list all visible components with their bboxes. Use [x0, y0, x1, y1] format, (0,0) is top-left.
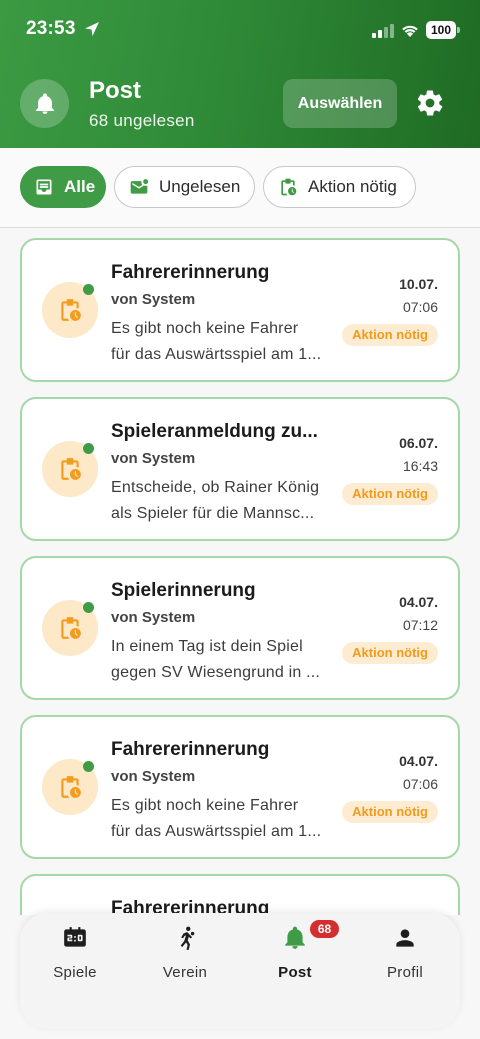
message-date: 06.07. — [399, 435, 438, 451]
message-title: Spielerinnerung — [111, 580, 256, 601]
message-preview: In einem Tag ist dein Spiel gegen SV Wie… — [111, 634, 339, 686]
location-arrow-icon — [85, 22, 99, 36]
app-header: 23:53 100 Post 68 ungelesen Auswählen — [0, 0, 480, 148]
message-preview-line: gegen SV Wiesengrund in ... — [111, 664, 321, 681]
clipboard-clock-icon — [61, 458, 81, 480]
mark-email-unread-icon — [130, 179, 149, 194]
clipboard-clock-icon — [61, 617, 81, 639]
filter-chip-action-required[interactable]: Aktion nötig — [263, 166, 416, 208]
bottom-navigation: Spiele Verein Post 68 Profil — [20, 913, 460, 1029]
battery-level: 100 — [426, 21, 456, 39]
status-time: 23:53 — [26, 18, 76, 39]
message-title: Spieleranmeldung zu... — [111, 421, 318, 442]
message-preview: Es gibt noch keine Fahrer für das Auswär… — [111, 316, 339, 368]
unread-dot — [83, 443, 94, 454]
message-time: 07:06 — [402, 299, 438, 315]
message-card[interactable]: Fahrererinnerung von System Es gibt noch… — [20, 715, 460, 859]
message-sender: von System — [111, 291, 196, 308]
battery-tip — [457, 27, 460, 33]
unread-dot — [83, 602, 94, 613]
post-unread-badge: 68 — [310, 920, 339, 938]
select-button[interactable]: Auswählen — [283, 79, 397, 128]
message-card[interactable]: Fahrererinnerung von System Es gibt noch… — [20, 238, 460, 382]
scoreboard-icon — [64, 927, 86, 947]
message-sender: von System — [111, 609, 196, 626]
clipboard-clock-icon — [281, 178, 297, 196]
nav-label: Spiele — [53, 964, 97, 981]
page-title: Post — [89, 77, 142, 104]
message-date: 04.07. — [399, 753, 438, 769]
clipboard-clock-icon — [61, 776, 81, 798]
cellular-signal-icon — [372, 24, 394, 38]
message-title: Fahrererinnerung — [111, 739, 270, 760]
message-time: 07:06 — [402, 776, 438, 792]
action-required-badge: Aktion nötig — [342, 801, 438, 823]
wifi-icon — [402, 25, 418, 37]
message-preview-line: für das Auswärtsspiel am 1... — [111, 346, 322, 363]
message-sender: von System — [111, 450, 196, 467]
message-title: Fahrererinnerung — [111, 262, 270, 283]
filter-chip-all[interactable]: Alle — [20, 166, 106, 208]
handball-player-icon — [180, 926, 195, 950]
clipboard-clock-icon — [61, 299, 81, 321]
bell-icon — [285, 926, 305, 949]
unread-dot — [83, 284, 94, 295]
nav-item-club[interactable]: Verein — [130, 913, 240, 993]
action-required-badge: Aktion nötig — [342, 642, 438, 664]
gear-icon[interactable] — [415, 88, 445, 118]
person-icon — [396, 929, 414, 947]
message-card[interactable]: Spieleranmeldung zu... von System Entsch… — [20, 397, 460, 541]
filter-chip-label: Alle — [64, 177, 96, 196]
message-list[interactable]: Fahrererinnerung von System Es gibt noch… — [0, 229, 480, 915]
action-required-badge: Aktion nötig — [342, 483, 438, 505]
message-time: 07:12 — [402, 617, 438, 633]
filter-chip-unread[interactable]: Ungelesen — [114, 166, 255, 208]
inbox-icon — [36, 179, 52, 195]
message-preview-line: für das Auswärtsspiel am 1... — [111, 823, 322, 840]
nav-label: Profil — [387, 964, 423, 981]
unread-dot — [83, 761, 94, 772]
nav-item-games[interactable]: Spiele — [20, 913, 130, 993]
action-required-badge: Aktion nötig — [342, 324, 438, 346]
message-preview: Entscheide, ob Rainer König als Spieler … — [111, 475, 339, 527]
message-preview-line: als Spieler für die Mannsc... — [111, 505, 315, 522]
message-date: 04.07. — [399, 594, 438, 610]
header-bell-avatar — [20, 79, 69, 128]
nav-label: Post — [278, 964, 312, 981]
message-card[interactable]: Spielerinnerung von System In einem Tag … — [20, 556, 460, 700]
message-card[interactable]: Fahrererinnerung — [20, 874, 460, 915]
filter-bar: Alle Ungelesen Aktion nötig — [0, 148, 480, 228]
message-date: 10.07. — [399, 276, 438, 292]
status-bar: 23:53 100 — [0, 0, 480, 60]
bell-icon — [35, 93, 54, 114]
filter-chip-label: Ungelesen — [159, 177, 241, 196]
message-sender: von System — [111, 768, 196, 785]
message-preview: Es gibt noch keine Fahrer für das Auswär… — [111, 793, 339, 845]
nav-item-profile[interactable]: Profil — [350, 913, 460, 993]
unread-count: 68 ungelesen — [89, 111, 195, 130]
message-preview-line: Es gibt noch keine Fahrer — [111, 320, 299, 337]
message-preview-line: Entscheide, ob Rainer König — [111, 479, 320, 496]
filter-chip-label: Aktion nötig — [308, 177, 397, 196]
message-preview-line: In einem Tag ist dein Spiel — [111, 638, 303, 655]
battery-indicator: 100 — [426, 21, 460, 39]
message-time: 16:43 — [402, 458, 438, 474]
message-preview-line: Es gibt noch keine Fahrer — [111, 797, 299, 814]
nav-label: Verein — [162, 964, 208, 981]
